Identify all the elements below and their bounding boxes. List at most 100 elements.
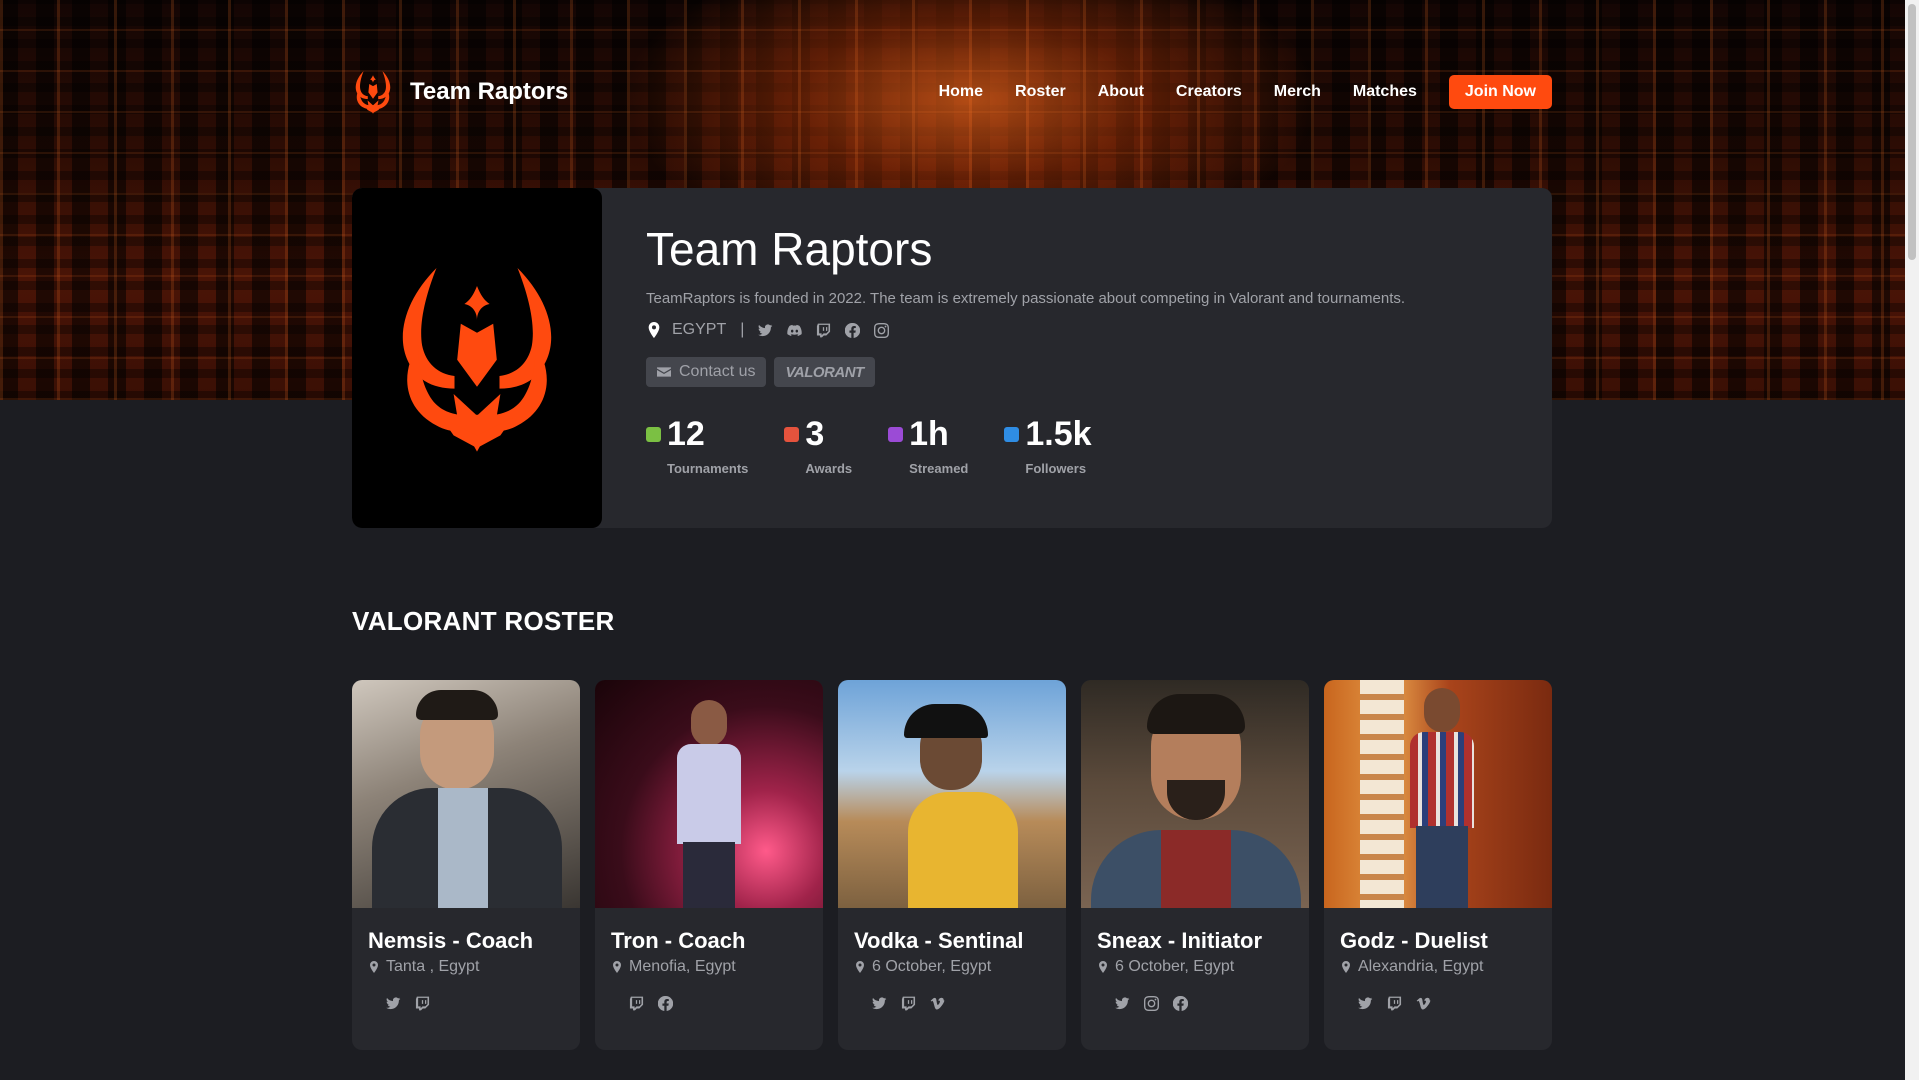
roster-title: VALORANT ROSTER (352, 606, 615, 636)
facebook-icon[interactable] (1173, 996, 1188, 1011)
player-name: Nemsis - Coach (368, 928, 534, 953)
location-pin-icon (646, 321, 662, 339)
player-location-text: 6 October, Egypt (1115, 958, 1235, 975)
player-photo (352, 680, 580, 908)
stat-tournaments: 12 Tournaments (646, 417, 748, 476)
twitch-icon[interactable] (629, 996, 644, 1011)
followers-icon (1004, 427, 1020, 442)
stat-streamed: 1h Streamed (888, 417, 968, 476)
contact-us-button[interactable]: Contact us (646, 357, 767, 387)
stat-label: Followers (1025, 461, 1087, 476)
stat-label: Awards (805, 461, 853, 476)
twitch-icon[interactable] (1387, 996, 1402, 1011)
discord-icon[interactable] (787, 323, 802, 338)
instagram-icon[interactable] (874, 323, 889, 338)
stat-value: 1h (909, 415, 949, 453)
player-location-text: 6 October, Egypt (872, 958, 992, 975)
twitter-icon[interactable] (1115, 996, 1130, 1011)
instagram-icon[interactable] (1144, 996, 1159, 1011)
contact-us-label: Contact us (679, 363, 756, 380)
roster-grid: Nemsis - Coach Tanta , Egypt Tron - Coac… (352, 680, 1552, 1050)
profile-actions: Contact us VALORANT (646, 357, 1512, 387)
stat-label: Streamed (909, 461, 969, 476)
player-card[interactable]: Nemsis - Coach Tanta , Egypt (352, 680, 580, 1050)
mail-icon (657, 365, 671, 379)
stat-label: Tournaments (667, 461, 749, 476)
join-now-button[interactable]: Join Now (1448, 75, 1552, 109)
player-location: Menofia, Egypt (611, 958, 807, 976)
stat-followers: 1.5k Followers (1004, 415, 1092, 476)
meta-separator: | (740, 321, 745, 338)
location-pin-icon (611, 960, 623, 974)
location-pin-icon (1340, 960, 1352, 974)
phoenix-logo-icon (352, 69, 394, 115)
facebook-icon[interactable] (658, 996, 673, 1011)
stream-icon (888, 427, 904, 442)
phoenix-emblem-icon (387, 258, 567, 458)
stat-value: 12 (667, 415, 705, 453)
scrollbar-thumb[interactable] (1908, 4, 1916, 260)
brand[interactable]: Team Raptors (352, 69, 568, 115)
player-card[interactable]: Vodka - Sentinal 6 October, Egypt (838, 680, 1066, 1050)
player-social-links (872, 996, 1066, 1011)
twitter-icon[interactable] (386, 996, 401, 1011)
top-navbar: Team Raptors Home Roster About Creators … (352, 66, 1552, 118)
profile-body: Team Raptors TeamRaptors is founded in 2… (646, 226, 1512, 476)
nav-creators[interactable]: Creators (1176, 83, 1242, 101)
brand-name: Team Raptors (410, 78, 569, 105)
twitter-icon[interactable] (758, 323, 773, 338)
twitch-icon[interactable] (901, 996, 916, 1011)
vimeo-icon[interactable] (930, 996, 945, 1011)
player-location: Tanta , Egypt (368, 958, 564, 976)
player-photo (838, 680, 1066, 908)
player-name: Vodka - Sentinal (854, 928, 1024, 953)
player-social-links (1358, 996, 1552, 1011)
team-country: EGYPT (672, 321, 727, 338)
team-logo (352, 188, 602, 528)
player-social-links (386, 996, 580, 1011)
team-meta-row: EGYPT | (646, 321, 1512, 339)
player-name: Godz - Duelist (1340, 928, 1488, 953)
player-card[interactable]: Tron - Coach Menofia, Egypt (595, 680, 823, 1050)
player-social-links (629, 996, 823, 1011)
stat-awards: 3 Awards (784, 417, 852, 476)
team-stats: 12 Tournaments 3 Awards 1h Streamed 1.5k… (646, 417, 1512, 476)
player-location: 6 October, Egypt (1097, 958, 1293, 976)
player-card[interactable]: Sneax - Initiator 6 October, Egypt (1081, 680, 1309, 1050)
stat-value: 3 (805, 415, 825, 453)
team-profile-card: Team Raptors TeamRaptors is founded in 2… (352, 188, 1552, 528)
team-description: TeamRaptors is founded in 2022. The team… (646, 290, 1406, 307)
award-icon (784, 427, 800, 442)
nav-merch[interactable]: Merch (1274, 83, 1321, 101)
twitch-icon[interactable] (816, 323, 831, 338)
player-card[interactable]: Godz - Duelist Alexandria, Egypt (1324, 680, 1552, 1050)
nav-about[interactable]: About (1098, 83, 1144, 101)
vertical-scrollbar[interactable] (1905, 0, 1919, 1080)
team-title: Team Raptors (646, 223, 933, 275)
player-name: Tron - Coach (611, 928, 746, 953)
nav-roster[interactable]: Roster (1015, 83, 1066, 101)
facebook-icon[interactable] (845, 323, 860, 338)
player-location-text: Tanta , Egypt (386, 958, 480, 975)
player-photo (595, 680, 823, 908)
player-location-text: Alexandria, Egypt (1358, 958, 1484, 975)
location-pin-icon (1097, 960, 1109, 974)
twitter-icon[interactable] (872, 996, 887, 1011)
nav-links: Home Roster About Creators Merch Matches… (939, 75, 1552, 109)
location-pin-icon (368, 960, 380, 974)
twitter-icon[interactable] (1358, 996, 1373, 1011)
player-photo (1324, 680, 1552, 908)
trophy-icon (646, 427, 661, 442)
vimeo-icon[interactable] (1416, 996, 1431, 1011)
team-social-links (758, 323, 889, 338)
player-location: Alexandria, Egypt (1340, 958, 1536, 976)
player-social-links (1115, 996, 1309, 1011)
player-location: 6 October, Egypt (854, 958, 1050, 976)
valorant-badge[interactable]: VALORANT (774, 357, 875, 387)
player-photo (1081, 680, 1309, 908)
nav-home[interactable]: Home (939, 83, 983, 101)
stat-value: 1.5k (1025, 415, 1092, 453)
twitch-icon[interactable] (415, 996, 430, 1011)
player-location-text: Menofia, Egypt (629, 958, 736, 975)
nav-matches[interactable]: Matches (1353, 83, 1417, 101)
